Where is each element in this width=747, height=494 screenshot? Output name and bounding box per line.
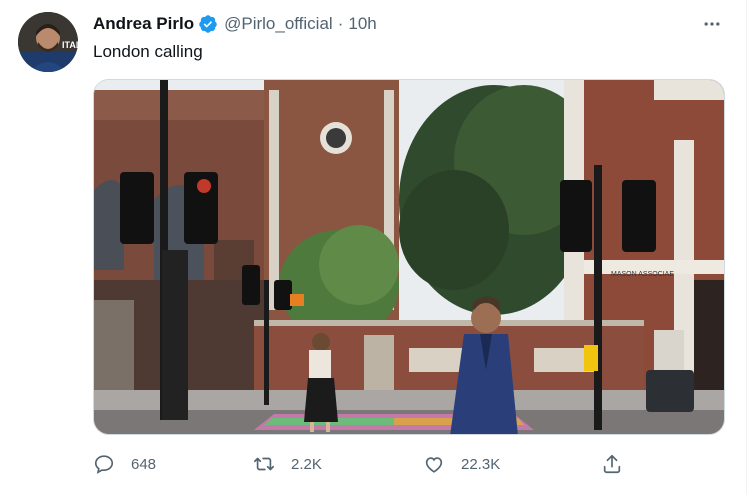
retweet-button[interactable]: 2.2K bbox=[253, 448, 322, 480]
tweet-actions: 648 2.2K 22.3K bbox=[93, 448, 633, 480]
like-icon bbox=[423, 453, 445, 475]
tweet-card[interactable]: ITAL Andrea Pirlo @Pirlo_official · 10h … bbox=[0, 0, 747, 494]
share-icon bbox=[601, 453, 623, 475]
photo-street-scene: MASON ASSOCIAE bbox=[94, 80, 724, 434]
tweet-header: Andrea Pirlo @Pirlo_official · 10h bbox=[93, 12, 377, 36]
retweet-count: 2.2K bbox=[291, 455, 322, 473]
reply-count: 648 bbox=[131, 455, 157, 473]
reply-icon bbox=[93, 453, 115, 475]
avatar-image: ITAL bbox=[18, 12, 78, 72]
tweet-timestamp[interactable]: 10h bbox=[348, 14, 376, 34]
verified-badge-icon bbox=[198, 14, 218, 34]
retweet-icon bbox=[253, 453, 275, 475]
separator-dot: · bbox=[337, 14, 344, 33]
avatar[interactable]: ITAL bbox=[18, 12, 78, 72]
tweet-text: London calling bbox=[93, 42, 203, 61]
author-handle[interactable]: @Pirlo_official bbox=[224, 14, 333, 34]
like-count: 22.3K bbox=[461, 455, 501, 473]
traffic-light-pole-right bbox=[594, 165, 602, 430]
reply-button[interactable]: 648 bbox=[93, 448, 156, 480]
svg-text:ITAL: ITAL bbox=[62, 40, 78, 50]
tweet-photo[interactable]: MASON ASSOCIAE bbox=[93, 79, 725, 435]
share-button[interactable] bbox=[601, 448, 623, 480]
like-button[interactable]: 22.3K bbox=[423, 448, 500, 480]
svg-text:MASON ASSOCIAE: MASON ASSOCIAE bbox=[611, 271, 674, 278]
more-icon[interactable] bbox=[698, 12, 726, 36]
author-name[interactable]: Andrea Pirlo bbox=[93, 14, 194, 34]
